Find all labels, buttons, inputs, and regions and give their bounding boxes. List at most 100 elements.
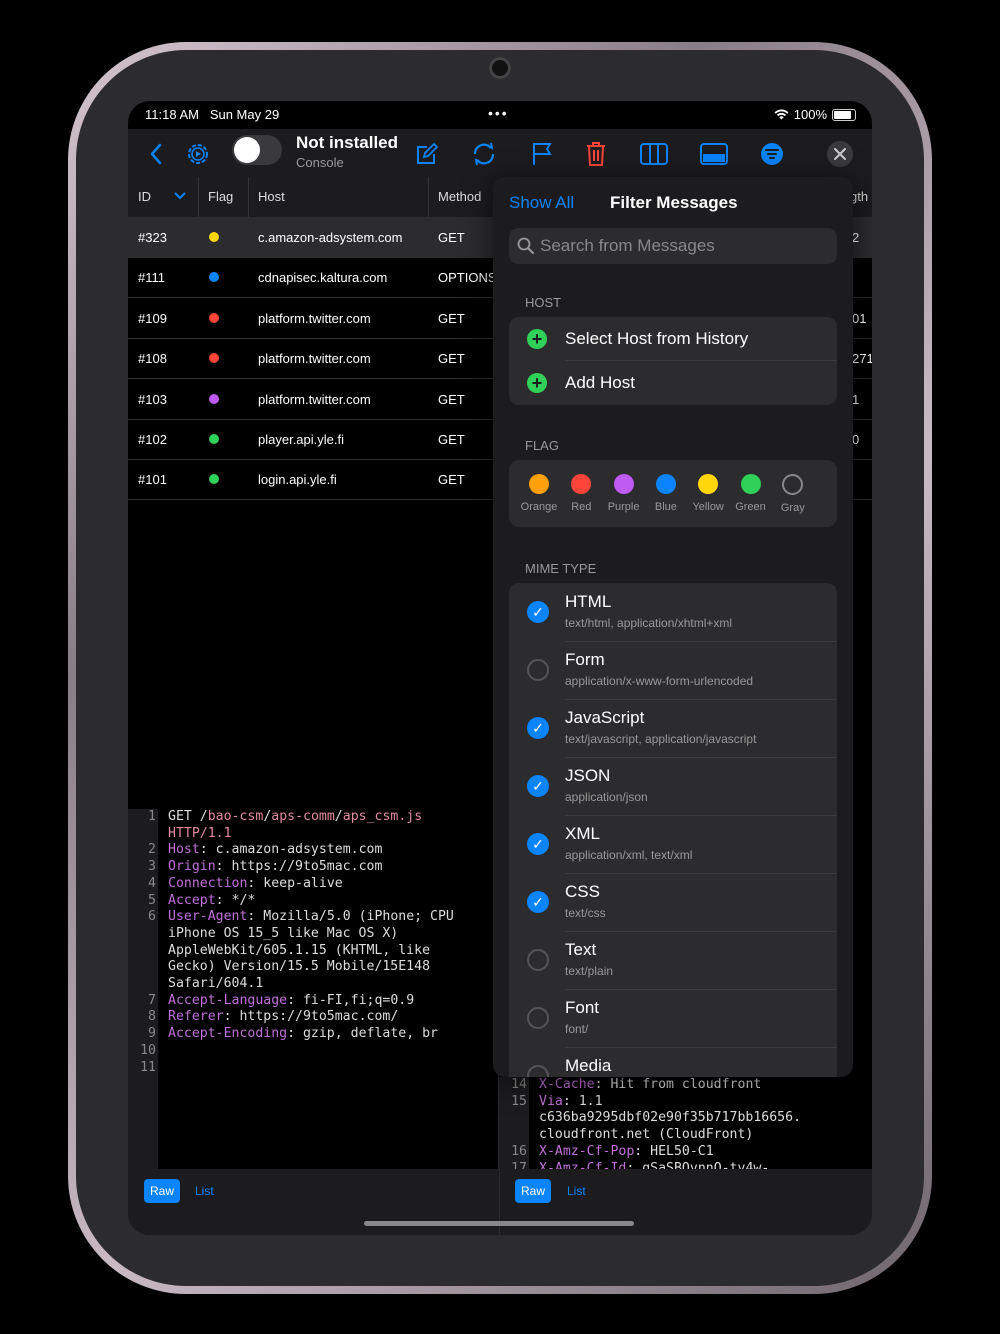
header-key: Referer <box>168 1009 224 1025</box>
add-circle-icon: + <box>527 329 547 349</box>
list-tab-left[interactable]: List <box>195 1184 214 1198</box>
mime-option-font[interactable]: Font font/ <box>509 989 837 1047</box>
mime-option-css[interactable]: ✓ CSS text/css <box>509 873 837 931</box>
toggle-knob <box>234 137 260 163</box>
mime-desc: application/json <box>565 790 648 804</box>
flag-label: Green <box>735 501 766 513</box>
header-value: */* <box>223 892 256 908</box>
raw-tab-right[interactable]: Raw <box>515 1179 552 1203</box>
mime-desc: text/javascript, application/javascript <box>565 732 757 746</box>
row-length: 01 <box>852 310 867 326</box>
panel-button[interactable] <box>699 139 729 169</box>
row-id: #102 <box>138 432 167 447</box>
mime-option-media[interactable]: Media <box>509 1047 837 1077</box>
mime-desc: application/xml, text/xml <box>565 848 693 862</box>
header-line: iPhone OS 15_5 like Mac OS X) <box>168 926 493 943</box>
refresh-button[interactable] <box>469 139 499 169</box>
row-host: cdnapisec.kaltura.com <box>258 270 388 286</box>
header-value: AppleWebKit/605.1.15 (KHTML, like <box>168 942 431 958</box>
flag-label: Blue <box>654 501 677 513</box>
capture-toggle[interactable] <box>232 135 282 165</box>
flag-group: Orange Red Purple Blue Yellow Green Gray <box>509 460 837 527</box>
response-view[interactable]: 14 15 16 17 X-Cache: Hit from cloudfront Vi… <box>499 1077 872 1169</box>
line-number <box>128 926 156 943</box>
flag-button[interactable] <box>527 139 557 169</box>
line-number: 15 <box>511 1093 527 1109</box>
request-view[interactable]: 1 23456 7 8 9 10 11 GET /bao-csm/aps-comm/ap… <box>128 799 499 1169</box>
host-section-label: HOST <box>525 295 562 310</box>
delete-button[interactable] <box>581 139 611 169</box>
header-value: Gecko) Version/15.5 Mobile/15E148 <box>168 959 431 975</box>
select-host-from-history[interactable]: + Select Host from History <box>509 317 837 361</box>
line-number: 3 <box>148 859 156 875</box>
row-id: #101 <box>138 472 167 488</box>
flag-icon <box>533 143 552 165</box>
row-method: OPTIONS <box>438 270 497 286</box>
header-value: Safari/604.1 <box>168 976 264 992</box>
line-number: 9 <box>148 1026 156 1042</box>
filter-button[interactable] <box>757 139 787 169</box>
bottom-panel-icon <box>700 143 728 165</box>
flag-label: Purple <box>607 501 640 513</box>
flag-option-orange[interactable]: Orange <box>516 474 562 513</box>
gear-icon <box>188 144 208 164</box>
multitask-dots[interactable]: ••• <box>488 105 509 121</box>
raw-tab-left[interactable]: Raw <box>144 1179 181 1203</box>
mime-option-json[interactable]: ✓ JSON application/json <box>509 757 837 815</box>
close-button[interactable] <box>825 139 855 169</box>
columns-icon <box>640 143 668 165</box>
col-method[interactable]: Method <box>438 189 481 204</box>
line-number: 1 <box>148 809 156 824</box>
back-button[interactable] <box>141 139 171 169</box>
line-number <box>128 826 156 843</box>
header-line: Safari/604.1 <box>168 976 493 993</box>
mime-option-text[interactable]: Text text/plain <box>509 931 837 989</box>
col-flag[interactable]: Flag <box>208 189 233 204</box>
mime-option-xml[interactable]: ✓ XML application/xml, text/xml <box>509 815 837 873</box>
flag-option-purple[interactable]: Purple <box>601 474 647 513</box>
chevron-down-icon[interactable] <box>174 192 186 200</box>
mime-name: XML <box>565 824 600 843</box>
line-number: 17 <box>511 1160 527 1169</box>
home-indicator[interactable] <box>364 1221 634 1226</box>
mime-name: Media <box>565 1056 612 1075</box>
header-line: Referer: https://9to5mac.com/ <box>168 1009 399 1025</box>
flag-option-red[interactable]: Red <box>558 474 604 513</box>
add-host[interactable]: + Add Host <box>509 361 837 405</box>
empty-circle-icon <box>527 1007 549 1029</box>
row-host: login.api.yle.fi <box>258 472 337 488</box>
flag-dot <box>209 434 219 444</box>
flag-option-blue[interactable]: Blue <box>643 474 689 513</box>
row-length: 1 <box>852 391 860 407</box>
flag-option-yellow[interactable]: Yellow <box>685 474 731 513</box>
col-id[interactable]: ID <box>138 189 151 204</box>
refresh-icon <box>473 142 495 166</box>
status-time: 11:18 AM <box>145 107 199 122</box>
status-date: Sun May 29 <box>209 107 280 122</box>
header-line: X-Cache: Hit from cloudfront <box>539 1077 762 1092</box>
header-value: iPhone OS 15_5 like Mac OS X) <box>168 925 399 941</box>
header-key: User-Agent <box>168 909 248 925</box>
row-id: #103 <box>138 391 167 407</box>
empty-circle-icon <box>527 1065 549 1077</box>
show-all-button[interactable]: Show All <box>509 193 574 213</box>
list-tab-right[interactable]: List <box>567 1184 586 1198</box>
flag-label: Gray <box>780 502 805 514</box>
line-number <box>128 976 156 993</box>
mime-option-html[interactable]: ✓ HTML text/html, application/xhtml+xml <box>509 583 837 641</box>
line-number: 4 <box>148 875 156 891</box>
mime-option-form[interactable]: Form application/x-www-form-urlencoded <box>509 641 837 699</box>
flag-option-gray[interactable]: Gray <box>770 474 816 514</box>
col-host[interactable]: Host <box>258 189 285 204</box>
mime-name: HTML <box>565 592 612 611</box>
mime-option-javascript[interactable]: ✓ JavaScript text/javascript, application/… <box>509 699 837 757</box>
search-input[interactable]: Search from Messages <box>509 228 837 264</box>
settings-button[interactable] <box>183 139 213 169</box>
row-id: #108 <box>138 351 167 367</box>
flag-option-green[interactable]: Green <box>728 474 774 513</box>
page-title: Not installed <box>296 133 399 152</box>
compose-button[interactable] <box>412 139 442 169</box>
page-subtitle: Console <box>296 155 344 170</box>
columns-button[interactable] <box>639 139 669 169</box>
row-method: GET <box>438 230 465 245</box>
